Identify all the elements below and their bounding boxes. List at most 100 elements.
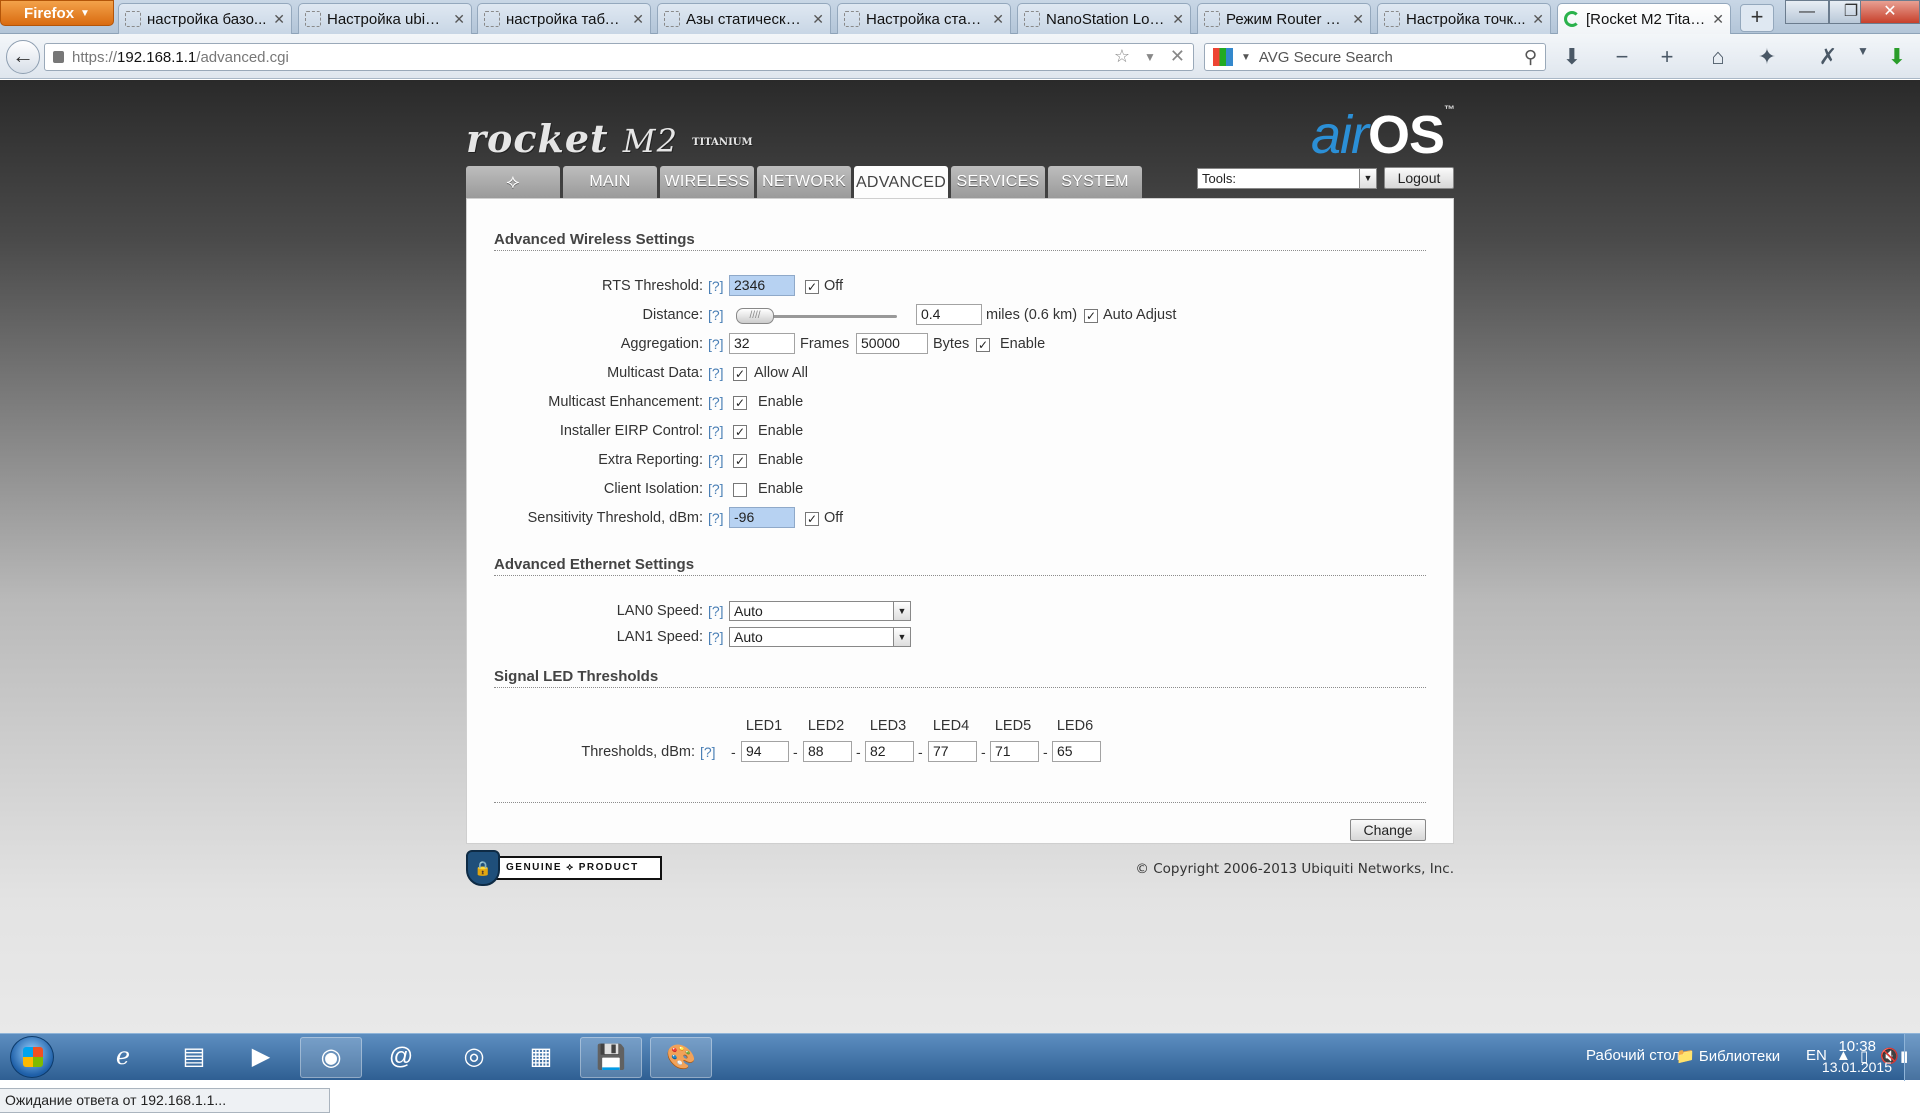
show-desktop-button[interactable] xyxy=(1904,1034,1920,1081)
bookmark-star-icon[interactable]: ☆ xyxy=(1114,46,1130,68)
control-panel-icon[interactable]: ▦ xyxy=(510,1037,572,1078)
clock-date[interactable]: 13.01.2015 xyxy=(1822,1059,1892,1075)
help-link[interactable]: [?] xyxy=(708,452,724,468)
media-player-icon[interactable]: ▶ xyxy=(230,1037,292,1078)
browser-tab[interactable]: Настройка ubiqu... ✕ xyxy=(298,3,472,34)
minimize-button[interactable]: — xyxy=(1785,0,1829,24)
aggregation-frames-input[interactable]: 32 xyxy=(729,333,795,354)
browser-tab[interactable]: Настройка точк... ✕ xyxy=(1377,3,1551,34)
aggregation-bytes-input[interactable]: 50000 xyxy=(856,333,928,354)
led1-threshold-input[interactable]: 94 xyxy=(741,741,789,762)
help-link[interactable]: [?] xyxy=(708,394,724,410)
close-icon[interactable]: ✕ xyxy=(812,11,824,28)
client-isolation-checkbox[interactable] xyxy=(733,483,747,497)
sensitivity-threshold-input[interactable]: -96 xyxy=(729,507,795,528)
browser-tab[interactable]: настройка базо... ✕ xyxy=(118,3,292,34)
browser-tab[interactable]: настройка табли... ✕ xyxy=(477,3,651,34)
help-link[interactable]: [?] xyxy=(708,510,724,526)
help-link[interactable]: [?] xyxy=(708,603,724,619)
search-icon[interactable]: ⚲ xyxy=(1524,47,1537,68)
window-close-button[interactable]: ✕ xyxy=(1860,0,1920,24)
tab-ubnt-logo[interactable]: ⟡ xyxy=(466,166,560,198)
lan1-speed-select[interactable]: Auto ▼ xyxy=(729,627,911,647)
tab-main[interactable]: MAIN xyxy=(563,166,657,198)
browser-tab[interactable]: Режим Router —... ✕ xyxy=(1197,3,1371,34)
tab-services[interactable]: SERVICES xyxy=(951,166,1045,198)
addon-icon[interactable]: ✦ xyxy=(1752,44,1782,70)
led3-threshold-input[interactable]: 82 xyxy=(865,741,914,762)
help-link[interactable]: [?] xyxy=(708,307,724,323)
paint-icon[interactable]: 🎨 xyxy=(650,1037,712,1078)
close-icon[interactable]: ✕ xyxy=(992,11,1004,28)
chrome-icon[interactable]: ◎ xyxy=(443,1037,505,1078)
multicast-enhancement-checkbox[interactable]: ✓ xyxy=(733,396,747,410)
firefox-menu-button[interactable]: Firefox ▼ xyxy=(0,0,114,26)
close-icon[interactable]: ✕ xyxy=(632,11,644,28)
aggregation-enable-label: Enable xyxy=(1000,336,1046,352)
home-icon[interactable]: ⌂ xyxy=(1703,44,1733,70)
tab-wireless[interactable]: WIRELESS xyxy=(660,166,754,198)
explorer-folder-icon[interactable]: ▤ xyxy=(163,1037,225,1078)
download-icon[interactable]: ⬇ xyxy=(1557,44,1587,70)
help-link[interactable]: [?] xyxy=(708,629,724,645)
mail-agent-icon[interactable]: @ xyxy=(370,1037,432,1078)
change-button[interactable]: Change xyxy=(1350,819,1426,841)
internet-explorer-icon[interactable]: ℯ xyxy=(92,1037,154,1078)
close-icon[interactable]: ✕ xyxy=(1532,11,1544,28)
aggregation-enable-checkbox[interactable]: ✓ xyxy=(976,338,990,352)
close-icon[interactable]: ✕ xyxy=(1352,11,1364,28)
help-link[interactable]: [?] xyxy=(708,365,724,381)
auto-adjust-checkbox[interactable]: ✓ xyxy=(1084,309,1098,323)
desktop-toolbar-label[interactable]: Рабочий стол xyxy=(1586,1047,1680,1064)
help-link[interactable]: [?] xyxy=(700,744,716,760)
tools-dropdown[interactable]: Tools: ▼ xyxy=(1197,168,1377,189)
history-dropdown-icon[interactable]: ▼ xyxy=(1144,46,1156,68)
address-bar[interactable]: https://192.168.1.1/advanced.cgi ☆ ▼ ✕ xyxy=(44,43,1194,71)
multicast-data-checkbox[interactable]: ✓ xyxy=(733,367,747,381)
start-button[interactable] xyxy=(10,1036,54,1078)
led6-threshold-input[interactable]: 65 xyxy=(1052,741,1101,762)
zoom-in-icon[interactable]: + xyxy=(1652,44,1682,70)
help-link[interactable]: [?] xyxy=(708,481,724,497)
close-icon[interactable]: ✕ xyxy=(273,11,285,28)
back-button[interactable]: ← xyxy=(6,40,40,74)
browser-tab-active[interactable]: [Rocket M2 Titani... ✕ xyxy=(1557,3,1731,34)
tab-system[interactable]: SYSTEM xyxy=(1048,166,1142,198)
browser-tab[interactable]: Азы статической... ✕ xyxy=(657,3,831,34)
tab-title: Азы статической... xyxy=(686,10,807,28)
extra-reporting-checkbox[interactable]: ✓ xyxy=(733,454,747,468)
zoom-out-icon[interactable]: − xyxy=(1607,44,1637,70)
stop-icon[interactable]: ✕ xyxy=(1170,46,1185,68)
tab-advanced[interactable]: ADVANCED xyxy=(854,166,948,199)
help-link[interactable]: [?] xyxy=(708,423,724,439)
help-link[interactable]: [?] xyxy=(708,278,724,294)
led4-threshold-input[interactable]: 77 xyxy=(928,741,977,762)
libraries-toolbar[interactable]: 📁 Библиотеки xyxy=(1676,1047,1780,1065)
search-bar[interactable]: ▼ AVG Secure Search ⚲ xyxy=(1204,43,1546,71)
close-icon[interactable]: ✕ xyxy=(1712,11,1724,28)
led2-threshold-input[interactable]: 88 xyxy=(803,741,852,762)
rts-threshold-input[interactable]: 2346 xyxy=(729,275,795,296)
save-disk-icon[interactable]: 💾 xyxy=(580,1037,642,1078)
close-icon[interactable]: ✕ xyxy=(1172,11,1184,28)
eirp-control-checkbox[interactable]: ✓ xyxy=(733,425,747,439)
tab-network[interactable]: NETWORK xyxy=(757,166,851,198)
green-download-icon[interactable]: ⬇ xyxy=(1882,44,1912,70)
logout-button[interactable]: Logout xyxy=(1384,167,1454,189)
distance-input[interactable]: 0.4 xyxy=(916,304,982,325)
firefox-taskbar-icon[interactable]: ◉ xyxy=(300,1037,362,1078)
distance-slider-handle[interactable]: //// xyxy=(736,308,774,324)
browser-tab[interactable]: Настройка стати... ✕ xyxy=(837,3,1011,34)
led5-threshold-input[interactable]: 71 xyxy=(990,741,1039,762)
new-tab-button[interactable]: + xyxy=(1740,4,1774,32)
clock-time[interactable]: 10:38 xyxy=(1838,1038,1876,1055)
tools-icon[interactable]: ✗ xyxy=(1813,44,1843,70)
chevron-down-icon[interactable]: ▼ xyxy=(1848,44,1878,58)
browser-tab[interactable]: NanoStation Loc... ✕ xyxy=(1017,3,1191,34)
rts-off-checkbox[interactable]: ✓ xyxy=(805,280,819,294)
help-link[interactable]: [?] xyxy=(708,336,724,352)
sensitivity-off-checkbox[interactable]: ✓ xyxy=(805,512,819,526)
close-icon[interactable]: ✕ xyxy=(453,11,465,28)
search-engine-dropdown-icon[interactable]: ▼ xyxy=(1241,52,1251,63)
lan0-speed-select[interactable]: Auto ▼ xyxy=(729,601,911,621)
